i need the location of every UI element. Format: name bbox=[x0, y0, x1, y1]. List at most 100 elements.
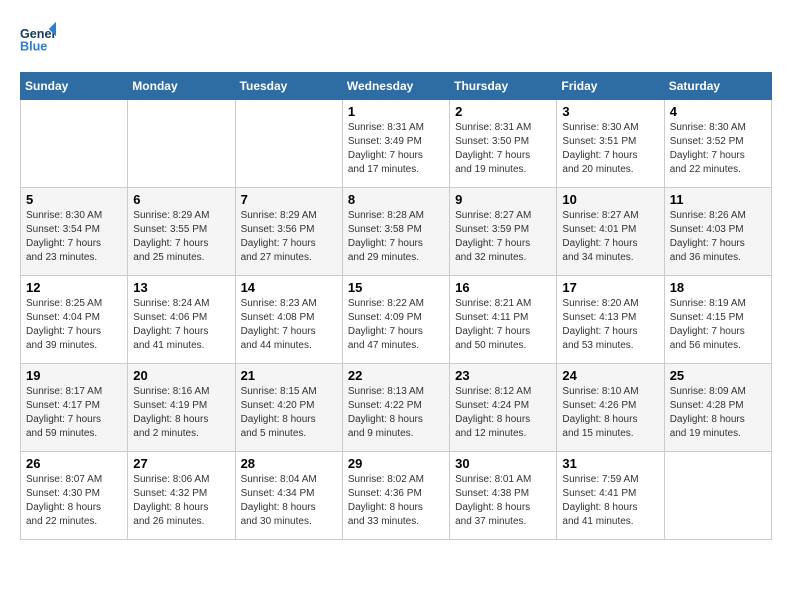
cell-info: and 27 minutes. bbox=[241, 251, 337, 265]
calendar-cell bbox=[21, 100, 128, 188]
calendar-cell: 11Sunrise: 8:26 AMSunset: 4:03 PMDayligh… bbox=[664, 188, 771, 276]
calendar-cell: 13Sunrise: 8:24 AMSunset: 4:06 PMDayligh… bbox=[128, 276, 235, 364]
cell-info: Daylight: 7 hours bbox=[133, 237, 229, 251]
cell-info: Daylight: 7 hours bbox=[562, 325, 658, 339]
cell-info: Sunset: 3:55 PM bbox=[133, 223, 229, 237]
cell-info: Sunset: 4:19 PM bbox=[133, 399, 229, 413]
cell-info: Daylight: 7 hours bbox=[26, 237, 122, 251]
cell-info: Sunrise: 8:31 AM bbox=[455, 121, 551, 135]
day-number: 9 bbox=[455, 192, 551, 207]
cell-info: Daylight: 8 hours bbox=[133, 501, 229, 515]
cell-info: Daylight: 8 hours bbox=[455, 501, 551, 515]
day-number: 24 bbox=[562, 368, 658, 383]
calendar-cell: 31Sunrise: 7:59 AMSunset: 4:41 PMDayligh… bbox=[557, 452, 664, 540]
day-header-friday: Friday bbox=[557, 73, 664, 100]
cell-info: Sunrise: 8:28 AM bbox=[348, 209, 444, 223]
day-number: 7 bbox=[241, 192, 337, 207]
day-header-monday: Monday bbox=[128, 73, 235, 100]
cell-info: Sunset: 3:54 PM bbox=[26, 223, 122, 237]
cell-info: and 41 minutes. bbox=[562, 515, 658, 529]
cell-info: Sunset: 4:13 PM bbox=[562, 311, 658, 325]
cell-info: Daylight: 7 hours bbox=[348, 237, 444, 251]
calendar-cell: 10Sunrise: 8:27 AMSunset: 4:01 PMDayligh… bbox=[557, 188, 664, 276]
cell-info: Daylight: 7 hours bbox=[241, 325, 337, 339]
cell-info: Sunrise: 8:30 AM bbox=[562, 121, 658, 135]
cell-info: Daylight: 7 hours bbox=[133, 325, 229, 339]
cell-info: and 34 minutes. bbox=[562, 251, 658, 265]
calendar-cell: 17Sunrise: 8:20 AMSunset: 4:13 PMDayligh… bbox=[557, 276, 664, 364]
cell-info: Sunset: 3:59 PM bbox=[455, 223, 551, 237]
cell-info: Sunrise: 8:20 AM bbox=[562, 297, 658, 311]
calendar-cell: 26Sunrise: 8:07 AMSunset: 4:30 PMDayligh… bbox=[21, 452, 128, 540]
cell-info: and 17 minutes. bbox=[348, 163, 444, 177]
cell-info: Sunset: 4:03 PM bbox=[670, 223, 766, 237]
cell-info: Sunset: 4:17 PM bbox=[26, 399, 122, 413]
calendar-cell: 24Sunrise: 8:10 AMSunset: 4:26 PMDayligh… bbox=[557, 364, 664, 452]
calendar-cell: 4Sunrise: 8:30 AMSunset: 3:52 PMDaylight… bbox=[664, 100, 771, 188]
day-number: 25 bbox=[670, 368, 766, 383]
day-number: 21 bbox=[241, 368, 337, 383]
calendar-week-1: 1Sunrise: 8:31 AMSunset: 3:49 PMDaylight… bbox=[21, 100, 772, 188]
cell-info: Sunrise: 8:06 AM bbox=[133, 473, 229, 487]
day-number: 4 bbox=[670, 104, 766, 119]
cell-info: Sunset: 4:15 PM bbox=[670, 311, 766, 325]
cell-info: Sunset: 3:52 PM bbox=[670, 135, 766, 149]
cell-info: Daylight: 8 hours bbox=[348, 501, 444, 515]
calendar-cell: 14Sunrise: 8:23 AMSunset: 4:08 PMDayligh… bbox=[235, 276, 342, 364]
day-header-thursday: Thursday bbox=[450, 73, 557, 100]
cell-info: Sunset: 3:58 PM bbox=[348, 223, 444, 237]
day-number: 27 bbox=[133, 456, 229, 471]
day-number: 14 bbox=[241, 280, 337, 295]
cell-info: Daylight: 7 hours bbox=[670, 237, 766, 251]
cell-info: Sunset: 3:49 PM bbox=[348, 135, 444, 149]
calendar-cell: 3Sunrise: 8:30 AMSunset: 3:51 PMDaylight… bbox=[557, 100, 664, 188]
calendar-table: SundayMondayTuesdayWednesdayThursdayFrid… bbox=[20, 72, 772, 540]
page-header: General Blue bbox=[20, 20, 772, 56]
calendar-week-5: 26Sunrise: 8:07 AMSunset: 4:30 PMDayligh… bbox=[21, 452, 772, 540]
cell-info: and 47 minutes. bbox=[348, 339, 444, 353]
cell-info: Daylight: 7 hours bbox=[26, 325, 122, 339]
calendar-cell: 15Sunrise: 8:22 AMSunset: 4:09 PMDayligh… bbox=[342, 276, 449, 364]
cell-info: and 20 minutes. bbox=[562, 163, 658, 177]
calendar-cell: 19Sunrise: 8:17 AMSunset: 4:17 PMDayligh… bbox=[21, 364, 128, 452]
cell-info: and 23 minutes. bbox=[26, 251, 122, 265]
cell-info: Sunset: 3:51 PM bbox=[562, 135, 658, 149]
calendar-cell: 18Sunrise: 8:19 AMSunset: 4:15 PMDayligh… bbox=[664, 276, 771, 364]
cell-info: and 33 minutes. bbox=[348, 515, 444, 529]
day-number: 3 bbox=[562, 104, 658, 119]
cell-info: Sunset: 4:26 PM bbox=[562, 399, 658, 413]
day-number: 6 bbox=[133, 192, 229, 207]
cell-info: Sunset: 4:32 PM bbox=[133, 487, 229, 501]
day-number: 30 bbox=[455, 456, 551, 471]
cell-info: Daylight: 7 hours bbox=[455, 237, 551, 251]
day-header-saturday: Saturday bbox=[664, 73, 771, 100]
calendar-cell bbox=[128, 100, 235, 188]
cell-info: Daylight: 7 hours bbox=[670, 149, 766, 163]
cell-info: Sunrise: 8:04 AM bbox=[241, 473, 337, 487]
calendar-cell: 22Sunrise: 8:13 AMSunset: 4:22 PMDayligh… bbox=[342, 364, 449, 452]
day-number: 8 bbox=[348, 192, 444, 207]
cell-info: Daylight: 8 hours bbox=[133, 413, 229, 427]
cell-info: Sunset: 4:06 PM bbox=[133, 311, 229, 325]
cell-info: Sunrise: 8:09 AM bbox=[670, 385, 766, 399]
cell-info: Sunrise: 8:10 AM bbox=[562, 385, 658, 399]
day-header-sunday: Sunday bbox=[21, 73, 128, 100]
calendar-cell: 23Sunrise: 8:12 AMSunset: 4:24 PMDayligh… bbox=[450, 364, 557, 452]
cell-info: Sunset: 4:34 PM bbox=[241, 487, 337, 501]
calendar-cell bbox=[664, 452, 771, 540]
day-header-wednesday: Wednesday bbox=[342, 73, 449, 100]
day-number: 11 bbox=[670, 192, 766, 207]
calendar-cell: 29Sunrise: 8:02 AMSunset: 4:36 PMDayligh… bbox=[342, 452, 449, 540]
day-number: 19 bbox=[26, 368, 122, 383]
calendar-cell: 1Sunrise: 8:31 AMSunset: 3:49 PMDaylight… bbox=[342, 100, 449, 188]
day-number: 10 bbox=[562, 192, 658, 207]
cell-info: and 37 minutes. bbox=[455, 515, 551, 529]
calendar-cell: 20Sunrise: 8:16 AMSunset: 4:19 PMDayligh… bbox=[128, 364, 235, 452]
calendar-cell: 21Sunrise: 8:15 AMSunset: 4:20 PMDayligh… bbox=[235, 364, 342, 452]
cell-info: and 29 minutes. bbox=[348, 251, 444, 265]
cell-info: Sunrise: 8:27 AM bbox=[562, 209, 658, 223]
cell-info: and 53 minutes. bbox=[562, 339, 658, 353]
cell-info: and 32 minutes. bbox=[455, 251, 551, 265]
cell-info: Sunset: 4:01 PM bbox=[562, 223, 658, 237]
cell-info: Sunset: 4:41 PM bbox=[562, 487, 658, 501]
